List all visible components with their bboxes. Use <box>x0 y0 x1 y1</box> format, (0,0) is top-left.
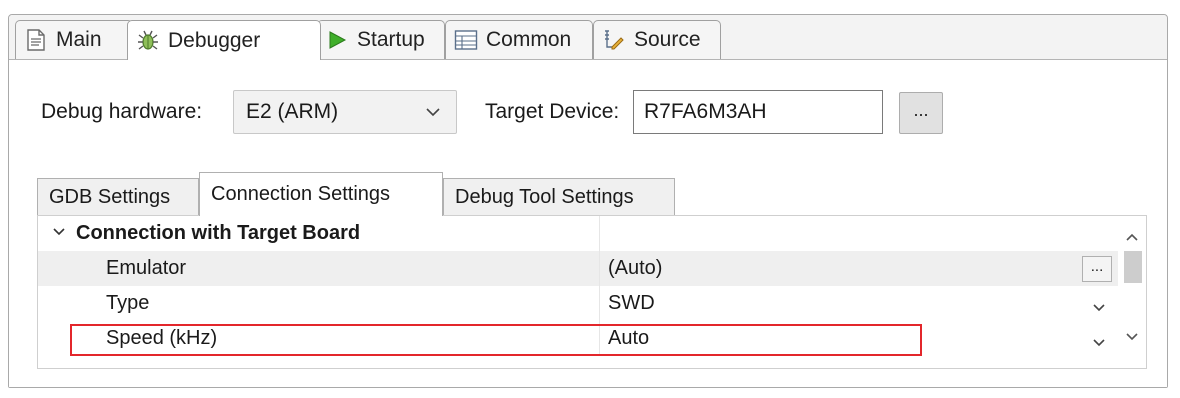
debugger-bug-icon <box>136 29 160 53</box>
connection-property-table: Connection with Target Board Emulator (A… <box>37 215 1147 369</box>
group-value-cell <box>600 216 1120 251</box>
group-label: Connection with Target Board <box>76 222 361 244</box>
hardware-row: Debug hardware: E2 (ARM) Target Device: … <box>37 90 1167 134</box>
tab-main[interactable]: Main <box>15 20 133 59</box>
target-device-input[interactable]: R7FA6M3AH <box>633 90 883 134</box>
type-value-cell: SWD <box>608 292 655 314</box>
table-row-emulator[interactable]: Emulator (Auto) ... <box>38 251 1120 286</box>
config-tab-strip: Main Debugger Startup Common Source <box>9 15 1167 60</box>
emulator-name-cell: Emulator <box>38 251 600 286</box>
emulator-value-cell: (Auto) <box>608 257 663 279</box>
subtab-connection-settings[interactable]: Connection Settings <box>199 172 443 216</box>
tab-debugger-label: Debugger <box>168 28 261 52</box>
target-device-browse-button[interactable]: ... <box>899 92 943 134</box>
debug-hardware-select[interactable]: E2 (ARM) <box>233 90 457 134</box>
debug-hardware-value: E2 (ARM) <box>246 100 339 123</box>
target-device-label: Target Device: <box>485 100 620 123</box>
table-row-speed[interactable]: Speed (kHz) Auto <box>38 321 1120 356</box>
tab-source[interactable]: Source <box>593 20 721 59</box>
tab-source-label: Source <box>634 28 701 51</box>
speed-name-cell: Speed (kHz) <box>38 321 600 356</box>
subtab-debug-tool-settings[interactable]: Debug Tool Settings <box>443 178 675 216</box>
chevron-down-icon[interactable] <box>1125 330 1139 344</box>
startup-play-icon <box>325 28 349 52</box>
scrollbar-thumb[interactable] <box>1124 251 1142 283</box>
chevron-down-icon[interactable] <box>1092 298 1106 312</box>
speed-value-cell: Auto <box>608 327 650 349</box>
common-grid-icon <box>454 28 478 52</box>
debug-hardware-label: Debug hardware: <box>41 100 203 123</box>
table-row-group[interactable]: Connection with Target Board <box>38 216 1120 251</box>
chevron-down-icon <box>424 103 442 121</box>
chevron-down-icon[interactable] <box>52 222 66 245</box>
subtab-gdb-settings[interactable]: GDB Settings <box>37 178 199 216</box>
tab-startup[interactable]: Startup <box>317 20 445 59</box>
table-row-type[interactable]: Type SWD <box>38 286 1120 321</box>
source-lookup-icon <box>602 28 626 52</box>
tab-common[interactable]: Common <box>445 20 593 59</box>
main-page-icon <box>24 28 48 52</box>
subtab-debug-tool-label: Debug Tool Settings <box>455 186 634 208</box>
tab-debugger[interactable]: Debugger <box>127 20 321 60</box>
debugger-tab-body: Debug hardware: E2 (ARM) Target Device: … <box>9 60 1167 387</box>
type-name-cell: Type <box>38 286 600 321</box>
tab-main-label: Main <box>56 28 102 51</box>
subtab-connection-label: Connection Settings <box>211 183 391 205</box>
chevron-up-icon[interactable] <box>1125 230 1139 244</box>
settings-subtab-strip: GDB Settings Connection Settings Debug T… <box>37 172 1147 216</box>
target-device-value: R7FA6M3AH <box>644 100 767 123</box>
tab-startup-label: Startup <box>357 28 425 51</box>
emulator-browse-button[interactable]: ... <box>1082 256 1112 282</box>
tab-common-label: Common <box>486 28 572 51</box>
subtab-gdb-label: GDB Settings <box>49 186 171 208</box>
chevron-down-icon[interactable] <box>1092 333 1106 347</box>
group-name-cell: Connection with Target Board <box>38 216 600 251</box>
launch-config-panel: Main Debugger Startup Common Source Debu… <box>8 14 1168 388</box>
table-vertical-scrollbar[interactable] <box>1118 216 1146 368</box>
